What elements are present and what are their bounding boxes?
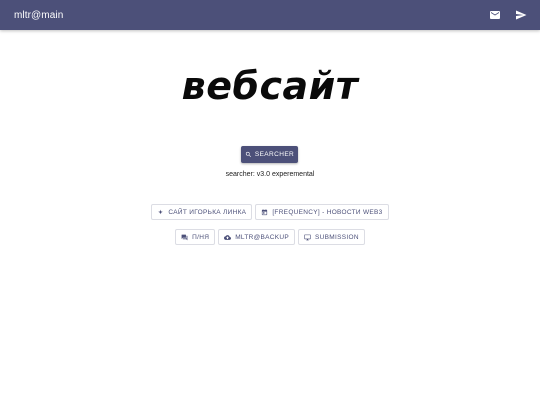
chat-icon: [181, 234, 188, 240]
send-icon: [516, 10, 527, 20]
sparkle-icon: [157, 209, 164, 215]
searcher-button[interactable]: SEARCHER: [241, 146, 298, 163]
link-submission-label: SUBMISSION: [315, 233, 359, 241]
monitor-icon: [304, 234, 311, 240]
send-button[interactable]: [514, 8, 528, 22]
link-mltr-backup[interactable]: MLTR@BACKUP: [218, 229, 296, 245]
links-row-1: САЙТ ИГОРЬКА ЛИНКА [FREQUENCY] - НОВОСТИ…: [0, 204, 540, 220]
link-pnya[interactable]: П/НЯ: [175, 229, 216, 245]
hero-title: вебсайт: [181, 64, 359, 108]
link-igorka-site[interactable]: САЙТ ИГОРЬКА ЛИНКА: [151, 204, 253, 220]
top-actions: [488, 8, 528, 22]
top-app-bar: mltr@main: [0, 0, 540, 30]
version-text: searcher: v3.0 experemental: [225, 171, 315, 178]
cloud-upload-icon: [224, 234, 232, 240]
link-frequency-news[interactable]: [FREQUENCY] - НОВОСТИ WEB3: [255, 204, 389, 220]
link-mltr-backup-label: MLTR@BACKUP: [235, 233, 290, 241]
link-pnya-label: П/НЯ: [192, 233, 210, 241]
search-icon: [245, 151, 251, 157]
searcher-button-label: SEARCHER: [254, 151, 295, 158]
link-igorka-site-label: САЙТ ИГОРЬКА ЛИНКА: [168, 208, 247, 216]
site-title[interactable]: mltr@main: [14, 10, 63, 21]
calendar-icon: [262, 208, 268, 215]
link-submission[interactable]: SUBMISSION: [298, 229, 365, 245]
mail-icon: [490, 11, 500, 19]
link-frequency-news-label: [FREQUENCY] - НОВОСТИ WEB3: [272, 208, 383, 216]
mail-button[interactable]: [488, 8, 502, 22]
links-row-2: П/НЯ MLTR@BACKUP SUBMISSION: [0, 229, 540, 245]
